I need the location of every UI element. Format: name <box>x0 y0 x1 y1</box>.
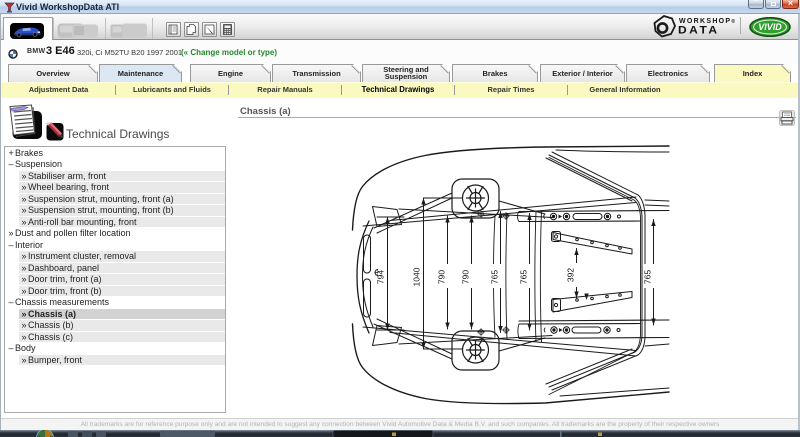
svg-text:765: 765 <box>643 270 653 284</box>
svg-text:392: 392 <box>566 268 576 282</box>
svg-text:794: 794 <box>376 270 386 284</box>
svg-text:1040: 1040 <box>412 267 422 286</box>
svg-text:VIVID: VIVID <box>758 22 782 32</box>
svg-text:765: 765 <box>519 270 529 284</box>
svg-text:765: 765 <box>490 270 500 284</box>
svg-text:790: 790 <box>461 270 471 284</box>
svg-text:790: 790 <box>437 270 447 284</box>
